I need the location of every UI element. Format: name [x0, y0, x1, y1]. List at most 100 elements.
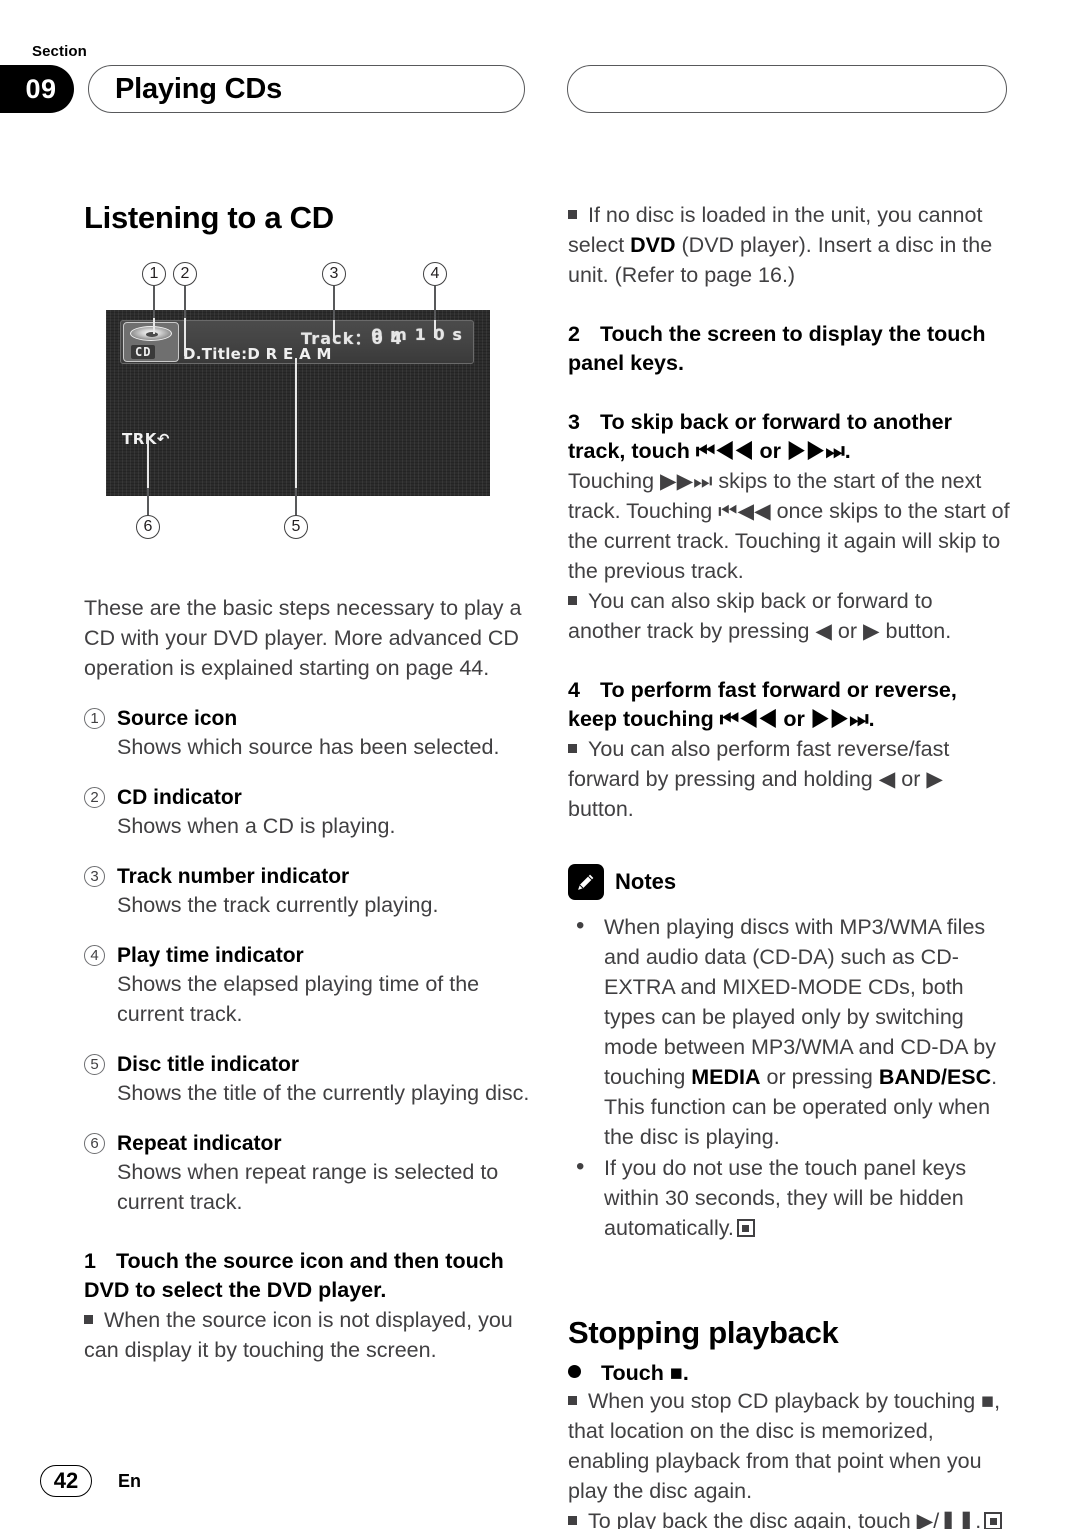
definition-description: Shows the track currently playing. [117, 893, 439, 917]
definition-term: Repeat indicator [117, 1132, 282, 1155]
repeat-loop-icon: ↶ [156, 430, 170, 448]
definition-description: Shows when repeat range is selected to c… [117, 1160, 499, 1214]
step-3: 3 To skip back or forward to another trac… [568, 408, 1010, 466]
definition-description: Shows the title of the currently playing… [117, 1081, 530, 1105]
notes-header: Notes [568, 864, 1010, 900]
left-column: Listening to a CD 1 2 3 4 6 5 CD Track：0… [84, 200, 530, 1365]
definition-description: Shows which source has been selected. [117, 735, 500, 759]
leader-line-1 [153, 286, 155, 318]
chapter-title: Playing CDs [115, 72, 283, 105]
page-number: 42 [40, 1465, 92, 1497]
repeat-indicator: TRK↶ [122, 430, 170, 448]
step-3-note: You can also skip back or forward to ano… [568, 586, 1010, 646]
section-heading-stopping: Stopping playback [568, 1315, 839, 1350]
step-1-note-text: When the source icon is not displayed, y… [84, 1308, 513, 1362]
step-1-number: 1 [84, 1249, 96, 1273]
callout-6: 6 [136, 515, 160, 539]
leader-line-3-inner [333, 320, 335, 338]
step-4-number: 4 [568, 678, 580, 702]
step-2: 2 Touch the screen to display the touch p… [568, 320, 1010, 378]
step-2-number: 2 [568, 322, 580, 346]
step-4: 4 To perform fast forward or reverse, kee… [568, 676, 1010, 734]
manual-page: Section 09 Playing CDs Listening to a CD… [0, 0, 1080, 1529]
note-item-1: When playing discs with MP3/WMA files an… [568, 911, 1010, 1152]
definition-description: Shows when a CD is playing. [117, 814, 396, 838]
leader-line-6 [147, 488, 149, 518]
step-3-body: Touching ▶▶⏭ skips to the start of the n… [568, 469, 1010, 583]
page-header: Section 09 Playing CDs [0, 38, 1080, 116]
notes-title: Notes [615, 869, 677, 894]
step-1-note: When the source icon is not displayed, y… [84, 1305, 530, 1365]
definition-number: 1 [84, 708, 105, 729]
end-of-note-marker-icon [984, 1512, 1003, 1529]
right-column: If no disc is loaded in the unit, you ca… [568, 200, 1010, 1529]
leader-line-6-inner [147, 438, 149, 488]
stopping-note-2: To play back the disc again, touch ▶/❚❚. [568, 1506, 1010, 1529]
language-code: En [118, 1470, 142, 1491]
pencil-icon [568, 864, 604, 900]
callout-3: 3 [322, 262, 346, 286]
leader-line-1-inner [153, 318, 155, 334]
definition-term-row: 5 Disc title indicator [84, 1053, 530, 1077]
repeat-indicator-label: TRK [122, 430, 157, 448]
square-bullet-icon [568, 210, 577, 219]
definition-term-row: 3 Track number indicator [84, 865, 530, 889]
definition-number: 4 [84, 945, 105, 966]
definition-term: CD indicator [117, 786, 242, 809]
square-bullet-icon [568, 596, 577, 605]
step-4-note: You can also perform fast reverse/fast f… [568, 734, 1010, 824]
square-bullet-icon [568, 1396, 577, 1405]
definition-term-row: 4 Play time indicator [84, 944, 530, 968]
callout-2: 2 [173, 262, 197, 286]
play-time-indicator: 0 m 1 0 s [371, 325, 463, 344]
definition-source-icon: 1 Source icon Shows which source has bee… [84, 707, 530, 762]
notes-list: When playing discs with MP3/WMA files an… [568, 911, 1010, 1243]
definition-repeat-indicator: 6 Repeat indicator Shows when repeat ran… [84, 1132, 530, 1217]
definition-term-row: 2 CD indicator [84, 786, 530, 810]
note-no-disc: If no disc is loaded in the unit, you ca… [568, 200, 1010, 290]
step-4-text: To perform fast forward or reverse, keep… [568, 678, 957, 731]
lcd-display: CD Track：0 4 0 m 1 0 s D.Title:D R E A M… [106, 310, 490, 496]
stopping-note-1-text: When you stop CD playback by touching ■,… [568, 1389, 1001, 1503]
intro-paragraph: These are the basic steps necessary to p… [84, 596, 522, 680]
definition-term: Track number indicator [117, 865, 350, 888]
note-no-disc-bold: DVD [630, 233, 676, 257]
lcd-info-bar: CD Track：0 4 0 m 1 0 s D.Title:D R E A M [120, 320, 474, 364]
note-1-bandesc: BAND/ESC [878, 1065, 992, 1089]
definition-number: 6 [84, 1133, 105, 1154]
leader-line-5-inner [295, 358, 297, 488]
stopping-action: Touch ■. [568, 1361, 1010, 1386]
callout-5: 5 [284, 515, 308, 539]
definition-term: Disc title indicator [117, 1053, 300, 1076]
definition-term: Play time indicator [117, 944, 304, 967]
definition-cd-indicator: 2 CD indicator Shows when a CD is playin… [84, 786, 530, 841]
step-3-text: To skip back or forward to another track… [568, 410, 953, 463]
leader-line-3 [333, 286, 335, 320]
step-1-text: Touch the source icon and then touch DVD… [84, 1249, 504, 1302]
square-bullet-icon [568, 744, 577, 753]
section-label: Section [32, 43, 87, 60]
section-number-badge: 09 [0, 65, 74, 113]
end-of-note-marker-icon [736, 1219, 755, 1237]
chapter-title-pill-right [567, 65, 1007, 113]
section-heading-listening: Listening to a CD [84, 200, 334, 235]
leader-line-5 [295, 488, 297, 518]
step-3-number: 3 [568, 410, 580, 434]
definition-description: Shows the elapsed playing time of the cu… [117, 972, 480, 1026]
definition-track-number-indicator: 3 Track number indicator Shows the track… [84, 865, 530, 920]
definition-play-time-indicator: 4 Play time indicator Shows the elapsed … [84, 944, 530, 1029]
square-bullet-icon [568, 1516, 577, 1525]
square-bullet-icon [84, 1315, 93, 1324]
cd-indicator: CD [131, 345, 156, 359]
leader-line-2 [184, 286, 186, 318]
definition-number: 5 [84, 1054, 105, 1075]
definition-number: 3 [84, 866, 105, 887]
leader-line-4-inner [434, 320, 436, 338]
definition-term-row: 1 Source icon [84, 707, 530, 731]
display-figure: 1 2 3 4 6 5 CD Track：0 4 0 m 1 0 s D.Tit… [84, 262, 530, 567]
page-footer: 42 En [40, 1465, 141, 1497]
chapter-title-pill: Playing CDs [88, 65, 525, 113]
step-3-note-text: You can also skip back or forward to ano… [568, 589, 952, 643]
step-2-text: Touch the screen to display the touch pa… [568, 322, 986, 375]
source-icon: CD [123, 322, 179, 362]
